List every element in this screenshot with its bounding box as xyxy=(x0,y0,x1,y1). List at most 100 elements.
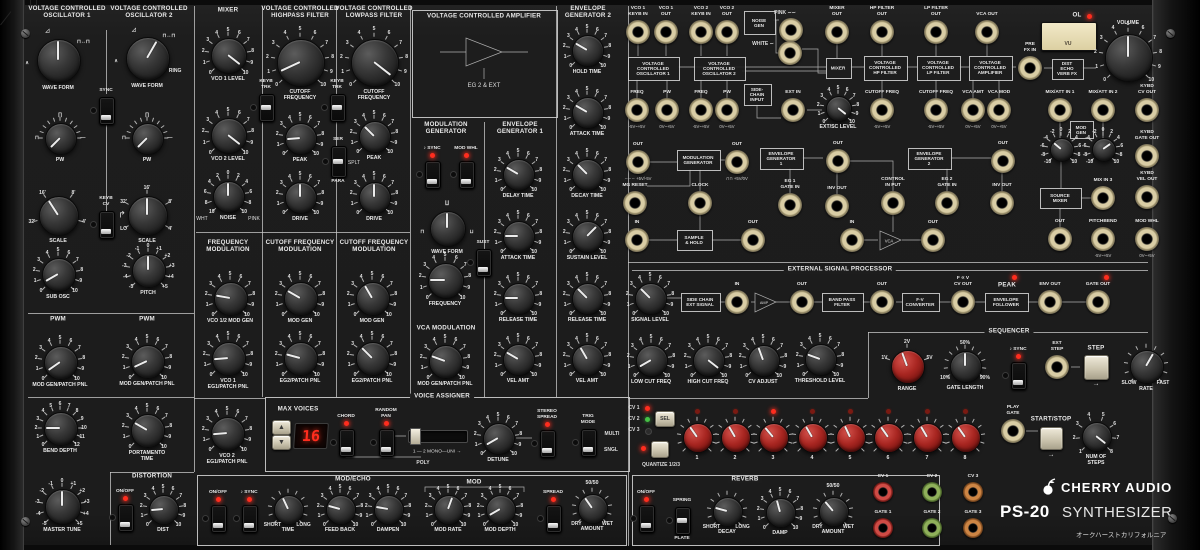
kybd-vel-out-jack[interactable] xyxy=(1135,185,1159,209)
control-input-jack[interactable] xyxy=(881,191,905,215)
mod-whl-jack[interactable] xyxy=(1135,227,1159,251)
vco2-level-knob-scale-6: 6 xyxy=(237,109,241,116)
hpf-cutoff-knob-scale-8: 8 xyxy=(331,53,334,60)
vco2-out-jack[interactable] xyxy=(715,20,739,44)
fv-cv-out-jack[interactable] xyxy=(951,290,975,314)
mg-pulse-out-jack[interactable] xyxy=(725,150,749,174)
env-out-jack[interactable] xyxy=(1038,290,1062,314)
master-tune-knob-scale-1: -4 xyxy=(35,510,41,517)
seq-sync-switch[interactable] xyxy=(1011,362,1027,390)
sub-osc-knob-scale-1: 1 xyxy=(33,278,37,285)
cv1-out-jack[interactable] xyxy=(873,482,893,502)
mg-reset-jack[interactable] xyxy=(623,191,647,215)
reverb-onoff-switch[interactable] xyxy=(639,505,655,533)
esp-gate-out-jack[interactable] xyxy=(1086,290,1110,314)
vco2-freq-jack[interactable] xyxy=(689,98,713,122)
cv3-out-jack[interactable] xyxy=(963,482,983,502)
eg2-out-jack[interactable] xyxy=(991,149,1015,173)
mod-depth-knob-scale-9: 9 xyxy=(519,512,523,519)
vco1-pw-knob[interactable] xyxy=(45,123,77,155)
gate2-out-jack[interactable] xyxy=(922,518,942,538)
max-voices-up-button[interactable]: ▲ xyxy=(272,420,291,435)
step-button[interactable] xyxy=(1084,355,1109,380)
divider-line xyxy=(28,313,194,314)
vca-amt-jack[interactable] xyxy=(961,98,985,122)
mix-in3-jack[interactable] xyxy=(1091,186,1115,210)
vco2-pw-jack[interactable] xyxy=(715,98,739,122)
mg-out-jack[interactable] xyxy=(626,150,650,174)
cv2-out-jack[interactable] xyxy=(922,482,942,502)
sh-out-jack[interactable] xyxy=(741,228,765,252)
eg1-gate-in-jack[interactable] xyxy=(778,193,802,217)
vca-line-out-jack[interactable] xyxy=(921,228,945,252)
mod-rate-knob-scale-3: 3 xyxy=(428,493,432,500)
ext-in-jack[interactable] xyxy=(781,98,805,122)
vco1-keyb-in-jack[interactable] xyxy=(626,20,650,44)
eg1-inv-out-jack[interactable] xyxy=(825,194,849,218)
kybd-cv-out-jack[interactable] xyxy=(1135,98,1159,122)
mg-sust-switch[interactable] xyxy=(476,249,492,277)
mg-sync-switch[interactable] xyxy=(425,161,441,189)
osc-sync-switch[interactable] xyxy=(99,97,115,125)
modecho-onoff-switch[interactable] xyxy=(211,505,227,533)
range-knob[interactable] xyxy=(891,350,925,384)
bpf-out-jack[interactable] xyxy=(870,290,894,314)
eg2-gate-in-jack[interactable] xyxy=(935,191,959,215)
vco2-keyb-in-jack[interactable] xyxy=(689,20,713,44)
mg-out-jack-voltage-label: ∼∼∼ +5V/-5V xyxy=(624,176,652,181)
pink-noise-jack[interactable] xyxy=(779,18,803,42)
gate-length-knob[interactable] xyxy=(950,351,982,383)
pink-label: PINK xyxy=(248,216,260,222)
source-mixer-out-jack[interactable] xyxy=(1048,227,1072,251)
mix-att-in1-jack[interactable] xyxy=(1048,98,1072,122)
pre-fx-in-jack[interactable] xyxy=(1018,56,1042,80)
vco1-scale-knob[interactable] xyxy=(39,196,79,236)
eg2-sustain-knob-scale-1: 1 xyxy=(563,240,567,247)
vco1-freq-jack[interactable] xyxy=(625,98,649,122)
play-gate-jack[interactable] xyxy=(1001,419,1025,443)
keyb-cv-switch[interactable] xyxy=(99,211,115,239)
chord-switch[interactable] xyxy=(339,429,355,457)
lpf-cutoff-cv-jack[interactable] xyxy=(924,98,948,122)
vco1-waveform-knob[interactable] xyxy=(37,39,81,83)
spring-plate-switch-label: SPRING xyxy=(672,498,692,503)
hpf-cutoff-cv-jack[interactable] xyxy=(870,98,894,122)
ext-step-jack[interactable] xyxy=(1045,355,1069,379)
vca-in-jack[interactable] xyxy=(840,228,864,252)
osc-sync-switch-lever xyxy=(101,115,111,120)
eg1-velamt-knob-scale-7: 7 xyxy=(535,342,538,349)
eg2-inv-out-jack[interactable] xyxy=(990,191,1014,215)
trig-mode-switch[interactable] xyxy=(581,429,597,457)
voices-slider-handle[interactable] xyxy=(410,428,421,445)
vco1-out-jack[interactable] xyxy=(654,20,678,44)
max-voices-down-button[interactable]: ▼ xyxy=(272,435,291,450)
start-stop-button[interactable] xyxy=(1040,427,1063,450)
lp-filter-out-jack[interactable] xyxy=(924,20,948,44)
pitchbend-jack[interactable] xyxy=(1091,227,1115,251)
gate3-out-jack[interactable] xyxy=(963,518,983,538)
pitch-knob-scale-9: +4 xyxy=(167,274,174,281)
mix-att-in2-jack[interactable] xyxy=(1091,98,1115,122)
env-follower-box-text: ENVELOPE FOLLOWER xyxy=(992,296,1020,307)
stereo-spread-switch[interactable] xyxy=(540,430,556,458)
mg-modwhl-switch[interactable] xyxy=(459,161,475,189)
vco2-waveform-knob[interactable] xyxy=(126,37,170,81)
vco2-pw-knob[interactable] xyxy=(132,123,164,155)
gate1-out-jack[interactable] xyxy=(873,518,893,538)
esp-amp-out-jack[interactable] xyxy=(790,290,814,314)
esp-in-jack[interactable] xyxy=(725,290,749,314)
sh-in-jack[interactable] xyxy=(625,228,649,252)
vca-mod-jack[interactable] xyxy=(987,98,1011,122)
kybd-gate-out-jack[interactable] xyxy=(1135,144,1159,168)
clock-jack[interactable] xyxy=(688,191,712,215)
hp-filter-out-jack[interactable] xyxy=(870,20,894,44)
ext-sc-out-jack[interactable] xyxy=(826,149,850,173)
random-pan-switch[interactable] xyxy=(379,429,395,457)
fm-vco1-eg1-knob-scale-2: 2 xyxy=(202,351,206,358)
sel-button[interactable]: SEL xyxy=(655,411,675,427)
vco1-pw-jack[interactable] xyxy=(655,98,679,122)
cv-adjust-knob-scale-7: 7 xyxy=(780,343,783,350)
mixer-out-jack[interactable] xyxy=(825,20,849,44)
vca-out-jack[interactable] xyxy=(975,20,999,44)
white-noise-jack[interactable] xyxy=(778,41,802,65)
